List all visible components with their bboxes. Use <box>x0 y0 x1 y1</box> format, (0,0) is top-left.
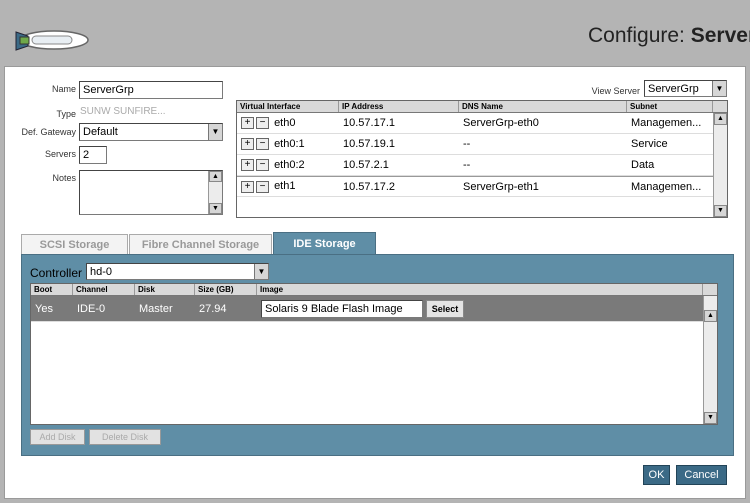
col-boot: Boot <box>31 284 73 295</box>
notes-label: Notes <box>52 173 76 183</box>
tab-ide-storage[interactable]: IDE Storage <box>273 232 376 254</box>
select-image-button[interactable]: Select <box>426 299 464 318</box>
col-disk: Disk <box>135 284 195 295</box>
gateway-value: Default <box>83 126 118 138</box>
disks-header: Boot Channel Disk Size (GB) Image <box>31 284 717 296</box>
image-input[interactable]: Solaris 9 Blade Flash Image <box>261 299 423 318</box>
col-subnet: Subnet <box>627 101 713 112</box>
col-virtual-interface: Virtual Interface <box>237 101 339 112</box>
notes-scrollbar[interactable]: ▲ ▼ <box>208 171 222 214</box>
dns-cell: -- <box>463 138 471 150</box>
tab-fibre-channel-storage[interactable]: Fibre Channel Storage <box>129 234 272 254</box>
chevron-down-icon[interactable]: ▼ <box>254 264 268 279</box>
ip-cell: 10.57.19.1 <box>343 138 395 150</box>
subnet-cell: Service <box>631 138 668 150</box>
ok-button[interactable]: OK <box>643 465 670 485</box>
add-disk-button[interactable]: Add Disk <box>30 429 85 445</box>
table-row[interactable]: + − eth0:1 10.57.19.1 -- Service <box>237 134 727 155</box>
gateway-select[interactable]: Default ▼ <box>79 123 223 141</box>
page-title: Configure: Server <box>588 24 750 48</box>
col-dns-name: DNS Name <box>459 101 627 112</box>
dns-cell: -- <box>463 159 471 171</box>
ip-cell: 10.57.17.1 <box>343 117 395 129</box>
name-input[interactable]: ServerGrp <box>79 81 223 99</box>
notes-textarea[interactable] <box>79 170 223 215</box>
ip-cell: 10.57.17.2 <box>343 180 395 193</box>
interfaces-scrollbar[interactable]: ▲ ▼ <box>713 113 727 217</box>
type-label: Type <box>56 109 76 119</box>
size-cell: 27.94 <box>199 302 227 315</box>
iface-name: eth0 <box>274 116 296 129</box>
scroll-down-icon[interactable]: ▼ <box>704 412 717 424</box>
remove-icon[interactable]: − <box>256 159 269 172</box>
iface-cell: + − eth0:2 <box>237 158 339 172</box>
servers-input[interactable]: 2 <box>79 146 107 164</box>
scroll-down-icon[interactable]: ▼ <box>714 205 727 217</box>
image-cell: Solaris 9 Blade Flash Image Select <box>259 299 705 318</box>
dns-cell: ServerGrp-eth1 <box>463 180 539 193</box>
scroll-up-icon[interactable]: ▲ <box>209 171 222 182</box>
controller-select[interactable]: hd-0 ▼ <box>86 263 269 280</box>
app-logo-icon <box>10 26 90 54</box>
controller-label: Controller <box>30 266 83 280</box>
cancel-button[interactable]: Cancel <box>676 465 727 485</box>
iface-name: eth0:2 <box>274 158 305 171</box>
view-server-label: View Server <box>591 86 640 96</box>
name-label: Name <box>51 84 76 94</box>
iface-cell: + − eth1 <box>237 180 339 193</box>
disks-table: Boot Channel Disk Size (GB) Image Yes ID… <box>30 283 718 425</box>
iface-cell: + − eth0:1 <box>237 137 339 151</box>
subnet-cell: Managemen... <box>631 180 702 193</box>
table-row[interactable]: Yes IDE-0 Master 27.94 Solaris 9 Blade F… <box>31 296 717 322</box>
table-row[interactable]: + − eth0:2 10.57.2.1 -- Data <box>237 155 727 176</box>
col-ip-address: IP Address <box>339 101 459 112</box>
delete-disk-button[interactable]: Delete Disk <box>89 429 161 445</box>
col-channel: Channel <box>73 284 135 295</box>
add-icon[interactable]: + <box>241 117 254 130</box>
subnet-cell: Data <box>631 159 655 171</box>
boot-cell: Yes <box>35 302 53 315</box>
interfaces-table: Virtual Interface IP Address DNS Name Su… <box>236 100 728 218</box>
col-image: Image <box>257 284 703 295</box>
disks-scrollbar[interactable]: ▲ ▼ <box>703 296 717 424</box>
scroll-up-icon[interactable]: ▲ <box>714 113 727 125</box>
chevron-down-icon[interactable]: ▼ <box>208 124 222 140</box>
controller-value: hd-0 <box>90 265 113 278</box>
view-server-value: ServerGrp <box>648 82 699 95</box>
iface-name: eth0:1 <box>274 137 305 150</box>
col-size: Size (GB) <box>195 284 257 295</box>
table-row[interactable]: + − eth1 10.57.17.2 ServerGrp-eth1 Manage… <box>237 176 727 197</box>
add-icon[interactable]: + <box>241 159 254 172</box>
subnet-cell: Managemen... <box>631 117 702 129</box>
channel-cell: IDE-0 <box>77 302 106 315</box>
iface-cell: + − eth0 <box>237 116 339 130</box>
add-icon[interactable]: + <box>241 138 254 151</box>
iface-name: eth1 <box>274 180 296 193</box>
view-server-select[interactable]: ServerGrp ▼ <box>644 80 727 97</box>
remove-icon[interactable]: − <box>256 180 269 193</box>
tab-scsi-storage[interactable]: SCSI Storage <box>21 234 128 254</box>
remove-icon[interactable]: − <box>256 138 269 151</box>
ip-cell: 10.57.2.1 <box>343 159 389 171</box>
type-value: SUNW SUNFIRE... <box>80 106 166 117</box>
dns-cell: ServerGrp-eth0 <box>463 117 539 129</box>
chevron-down-icon[interactable]: ▼ <box>712 81 726 96</box>
scroll-down-icon[interactable]: ▼ <box>209 203 222 214</box>
gateway-label: Def. Gateway <box>21 127 76 137</box>
disk-cell: Master <box>139 302 173 315</box>
scroll-up-icon[interactable]: ▲ <box>704 310 717 322</box>
table-row[interactable]: + − eth0 10.57.17.1 ServerGrp-eth0 Manage… <box>237 113 727 134</box>
interfaces-header: Virtual Interface IP Address DNS Name Su… <box>237 101 727 113</box>
add-icon[interactable]: + <box>241 180 254 193</box>
servers-label: Servers <box>44 149 76 159</box>
page-title-prefix: Configure: <box>588 24 691 47</box>
page-title-strong: Server <box>690 24 750 47</box>
remove-icon[interactable]: − <box>256 117 269 130</box>
